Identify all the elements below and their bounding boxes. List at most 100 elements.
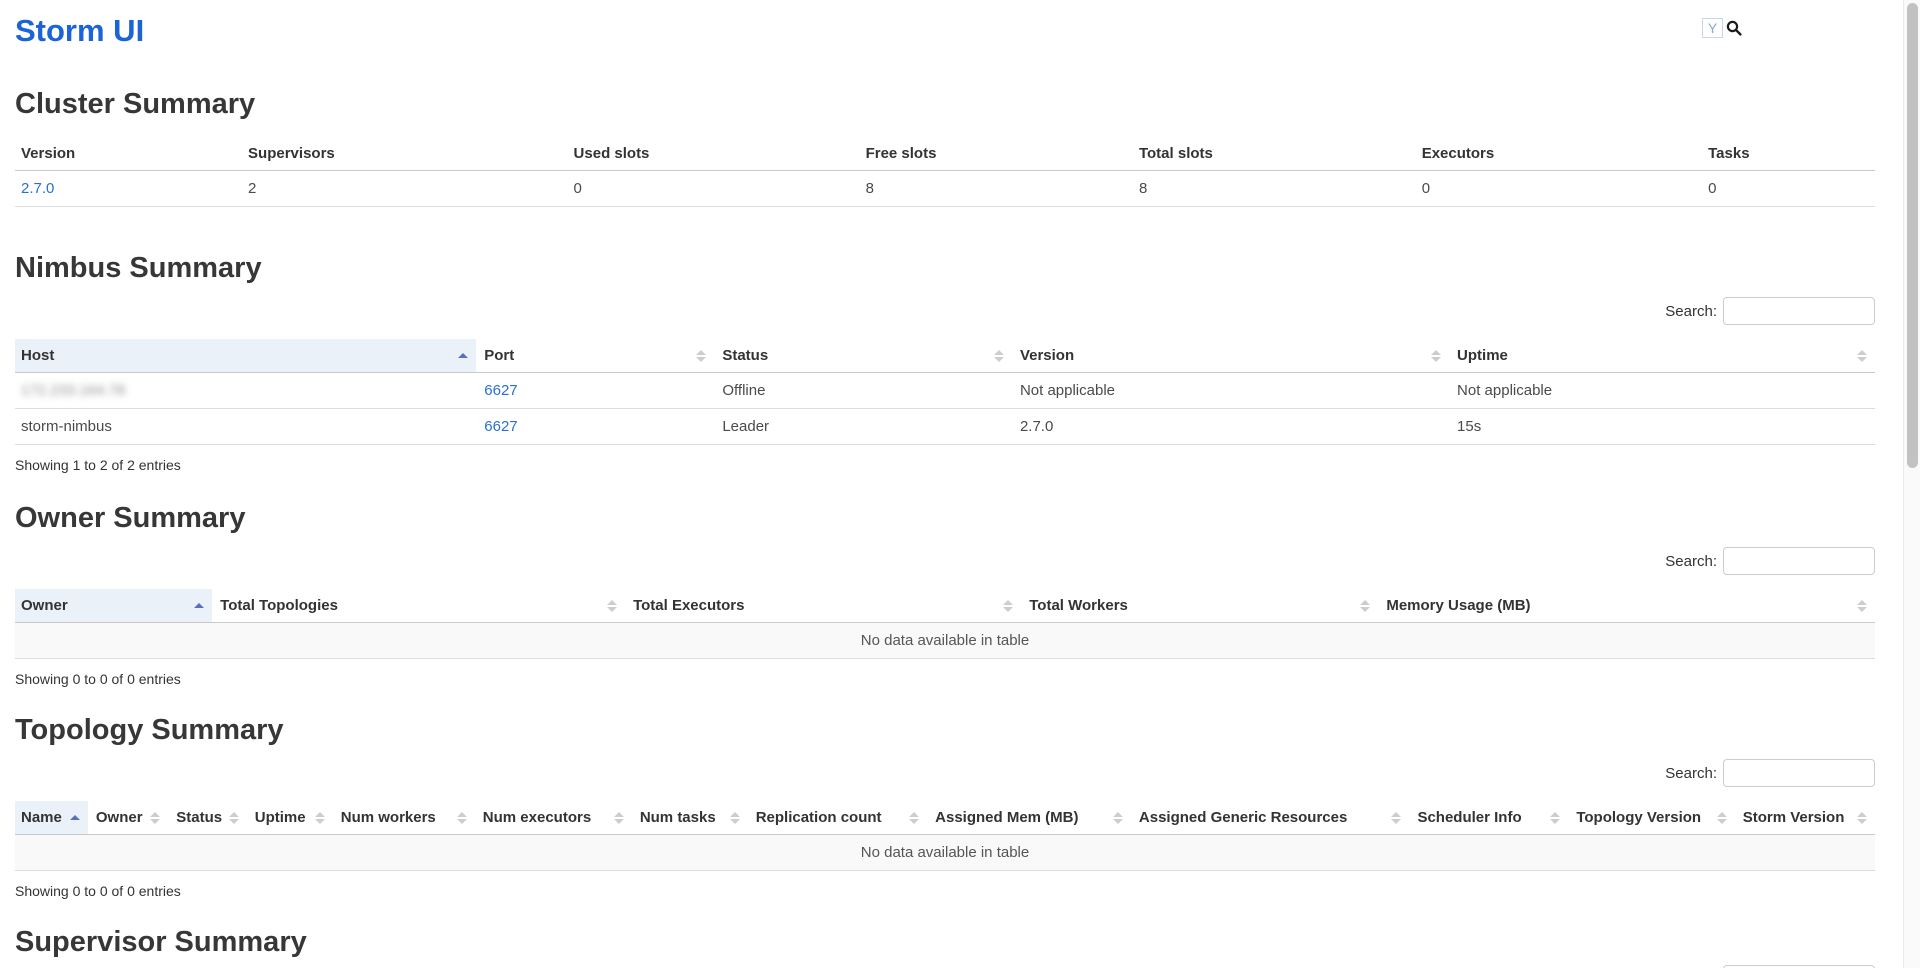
- search-button[interactable]: [1726, 20, 1742, 36]
- nimbus-summary-table: Host Port Status: [15, 339, 1875, 445]
- owner-col-memory-usage[interactable]: Memory Usage (MB): [1378, 589, 1875, 623]
- topology-col-topology-version[interactable]: Topology Version: [1568, 801, 1734, 835]
- cluster-used-slots-value: 0: [566, 171, 858, 207]
- topology-col-storm-version[interactable]: Storm Version: [1735, 801, 1875, 835]
- topology-col-assigned-generic-resources[interactable]: Assigned Generic Resources: [1131, 801, 1410, 835]
- topology-col-uptime[interactable]: Uptime: [247, 801, 333, 835]
- topology-col-owner[interactable]: Owner: [88, 801, 168, 835]
- cluster-col-executors: Executors: [1414, 137, 1700, 171]
- nimbus-search: Search:: [15, 297, 1875, 325]
- scrollbar-thumb[interactable]: [1907, 3, 1918, 468]
- sort-icon: [457, 812, 467, 824]
- nimbus-search-label: Search:: [1665, 303, 1717, 320]
- table-row: 2.7.0 2 0 8 8 0 0: [15, 171, 1875, 207]
- sort-icon: [1717, 812, 1727, 824]
- nimbus-host-value: storm-nimbus: [15, 409, 476, 445]
- column-label: Num executors: [483, 809, 591, 826]
- sort-icon: [1431, 350, 1441, 362]
- column-label: Total Workers: [1029, 597, 1128, 614]
- nimbus-col-uptime[interactable]: Uptime: [1449, 339, 1875, 373]
- column-label: Scheduler Info: [1417, 809, 1521, 826]
- topology-search: Search:: [15, 759, 1875, 787]
- supervisor-summary-heading: Supervisor Summary: [15, 925, 1875, 959]
- nimbus-version-value: Not applicable: [1012, 373, 1449, 409]
- sort-icon: [1113, 812, 1123, 824]
- nimbus-col-status[interactable]: Status: [714, 339, 1012, 373]
- nimbus-col-version[interactable]: Version: [1012, 339, 1449, 373]
- nimbus-uptime-value: Not applicable: [1449, 373, 1875, 409]
- column-label: Uptime: [255, 809, 306, 826]
- cluster-col-tasks: Tasks: [1700, 137, 1875, 171]
- sort-icon: [1360, 600, 1370, 612]
- sort-icon: [1550, 812, 1560, 824]
- nimbus-search-input[interactable]: [1723, 297, 1875, 325]
- owner-entries-info: Showing 0 to 0 of 0 entries: [15, 671, 1875, 687]
- sort-icon: [909, 812, 919, 824]
- sort-asc-icon: [70, 815, 80, 820]
- topology-col-replication-count[interactable]: Replication count: [748, 801, 927, 835]
- column-label: Topology Version: [1576, 809, 1701, 826]
- cluster-summary-table: Version Supervisors Used slots Free slot…: [15, 137, 1875, 207]
- page-title[interactable]: Storm UI: [15, 12, 1875, 50]
- topology-col-status[interactable]: Status: [168, 801, 247, 835]
- cluster-executors-value: 0: [1414, 171, 1700, 207]
- nimbus-version-value: 2.7.0: [1012, 409, 1449, 445]
- column-label: Status: [176, 809, 222, 826]
- owner-col-total-workers[interactable]: Total Workers: [1021, 589, 1378, 623]
- column-label: Uptime: [1457, 347, 1508, 364]
- topology-col-num-executors[interactable]: Num executors: [475, 801, 632, 835]
- nimbus-col-host[interactable]: Host: [15, 339, 476, 373]
- sort-icon: [315, 812, 325, 824]
- column-label: Assigned Generic Resources: [1139, 809, 1347, 826]
- column-label: Storm Version: [1743, 809, 1845, 826]
- topology-col-scheduler-info[interactable]: Scheduler Info: [1409, 801, 1568, 835]
- topbar-filter-input[interactable]: [1702, 18, 1723, 38]
- topology-col-num-workers[interactable]: Num workers: [333, 801, 475, 835]
- cluster-summary-heading: Cluster Summary: [15, 87, 1875, 121]
- cluster-col-version: Version: [15, 137, 240, 171]
- nimbus-port-link[interactable]: 6627: [484, 382, 517, 399]
- column-label: Host: [21, 347, 54, 364]
- column-label: Total Executors: [633, 597, 744, 614]
- column-label: Name: [21, 809, 62, 826]
- vertical-scrollbar[interactable]: [1903, 0, 1920, 968]
- owner-col-total-executors[interactable]: Total Executors: [625, 589, 1021, 623]
- sort-icon: [614, 812, 624, 824]
- magnifier-icon: [1726, 24, 1742, 39]
- sort-icon: [150, 812, 160, 824]
- topology-empty-message: No data available in table: [15, 835, 1875, 871]
- owner-col-owner[interactable]: Owner: [15, 589, 212, 623]
- nimbus-summary-heading: Nimbus Summary: [15, 251, 1875, 285]
- nimbus-status-value: Leader: [714, 409, 1012, 445]
- nimbus-uptime-value: 15s: [1449, 409, 1875, 445]
- column-label: Assigned Mem (MB): [935, 809, 1078, 826]
- nimbus-port-link[interactable]: 6627: [484, 418, 517, 435]
- table-row: storm-nimbus 6627 Leader 2.7.0 15s: [15, 409, 1875, 445]
- topology-col-num-tasks[interactable]: Num tasks: [632, 801, 748, 835]
- sort-icon: [994, 350, 1004, 362]
- topology-summary-heading: Topology Summary: [15, 713, 1875, 747]
- nimbus-col-port[interactable]: Port: [476, 339, 714, 373]
- empty-row: No data available in table: [15, 623, 1875, 659]
- cluster-col-used-slots: Used slots: [566, 137, 858, 171]
- column-label: Total Topologies: [220, 597, 338, 614]
- column-label: Num workers: [341, 809, 436, 826]
- column-label: Port: [484, 347, 514, 364]
- sort-icon: [1857, 600, 1867, 612]
- owner-col-total-topologies[interactable]: Total Topologies: [212, 589, 625, 623]
- column-label: Memory Usage (MB): [1386, 597, 1530, 614]
- sort-icon: [1857, 812, 1867, 824]
- cluster-version-link[interactable]: 2.7.0: [21, 180, 54, 197]
- owner-search-input[interactable]: [1723, 547, 1875, 575]
- topbar-search: [1702, 18, 1742, 38]
- empty-row: No data available in table: [15, 835, 1875, 871]
- topology-col-name[interactable]: Name: [15, 801, 88, 835]
- owner-summary-table: Owner Total Topologies Total Executors: [15, 589, 1875, 659]
- cluster-supervisors-value: 2: [240, 171, 566, 207]
- topology-col-assigned-mem[interactable]: Assigned Mem (MB): [927, 801, 1131, 835]
- topology-search-input[interactable]: [1723, 759, 1875, 787]
- sort-icon: [607, 600, 617, 612]
- cluster-col-free-slots: Free slots: [858, 137, 1131, 171]
- owner-empty-message: No data available in table: [15, 623, 1875, 659]
- topology-entries-info: Showing 0 to 0 of 0 entries: [15, 883, 1875, 899]
